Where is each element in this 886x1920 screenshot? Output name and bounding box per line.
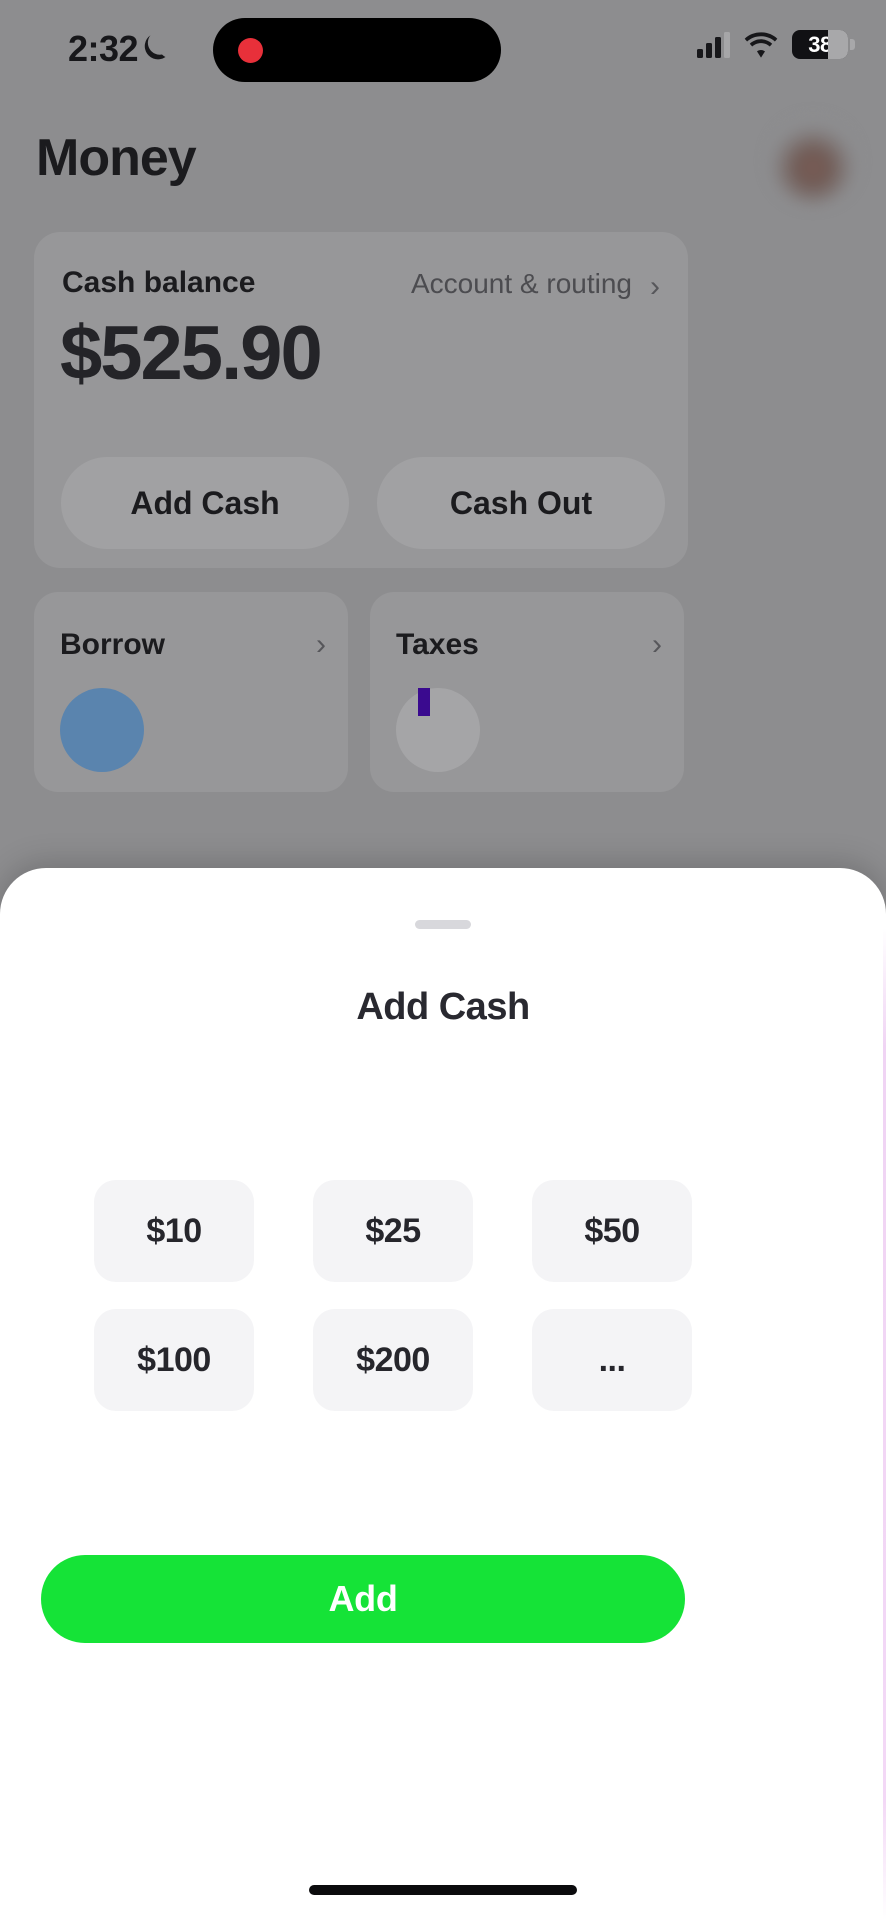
amount-option-10[interactable]: $10	[94, 1180, 254, 1282]
avatar[interactable]	[770, 118, 856, 204]
taxes-flag-icon	[418, 688, 430, 716]
battery-icon: 38	[792, 30, 855, 59]
amount-options-grid: $10 $25 $50 $100 $200 ...	[94, 1180, 792, 1411]
home-indicator	[309, 1885, 577, 1895]
amount-option-25[interactable]: $25	[313, 1180, 473, 1282]
page-title: Money	[36, 129, 197, 187]
cash-balance-amount: $525.90	[60, 311, 323, 396]
taxes-card-title: Taxes	[396, 628, 479, 661]
crescent-moon-icon	[144, 35, 166, 60]
taxes-card[interactable]: Taxes ›	[370, 592, 684, 792]
dynamic-island	[213, 18, 501, 82]
status-bar-indicators: 38	[697, 30, 855, 59]
sheet-title: Add Cash	[356, 986, 530, 1028]
phone-screen: 2:32 38 Money Cash balance Account & rou…	[0, 0, 886, 1920]
borrow-card-title: Borrow	[60, 628, 165, 661]
sheet-grab-handle[interactable]	[415, 920, 471, 929]
chevron-right-icon[interactable]: ›	[650, 270, 660, 304]
cash-balance-label: Cash balance	[62, 266, 256, 299]
borrow-circle-icon	[60, 688, 144, 772]
cash-out-button[interactable]: Cash Out	[377, 457, 665, 549]
chevron-right-icon: ›	[316, 628, 326, 661]
borrow-card[interactable]: Borrow ›	[34, 592, 348, 792]
cellular-signal-icon	[697, 31, 730, 58]
amount-option-50[interactable]: $50	[532, 1180, 692, 1282]
taxes-circle-icon	[396, 688, 480, 772]
amount-option-100[interactable]: $100	[94, 1309, 254, 1411]
record-dot-icon	[238, 38, 263, 63]
wifi-icon	[744, 31, 778, 58]
cash-balance-card: Cash balance Account & routing › $525.90…	[34, 232, 688, 568]
account-routing-link[interactable]: Account & routing	[411, 268, 632, 300]
amount-option-200[interactable]: $200	[313, 1309, 473, 1411]
status-bar: 2:32 38	[0, 0, 886, 100]
add-cash-button[interactable]: Add Cash	[61, 457, 349, 549]
add-button[interactable]: Add	[41, 1555, 685, 1643]
status-bar-time: 2:32	[68, 28, 139, 69]
chevron-right-icon: ›	[652, 628, 662, 661]
amount-option-custom[interactable]: ...	[532, 1309, 692, 1411]
